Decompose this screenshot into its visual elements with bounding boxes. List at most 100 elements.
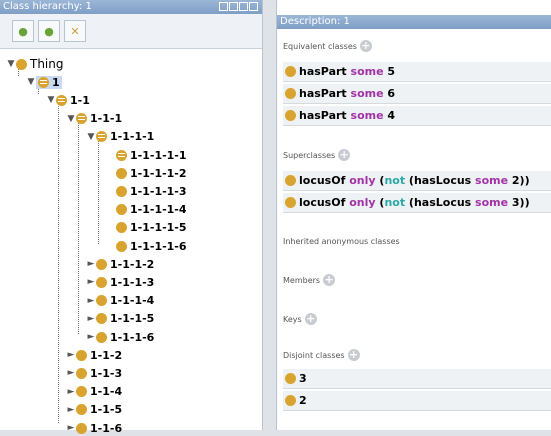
tree-node[interactable]: ► 1-1-1-4 xyxy=(86,293,155,309)
close-icon[interactable] xyxy=(249,2,258,11)
tree-node-label: 1-1-1-1-1 xyxy=(130,148,187,162)
tree-node[interactable]: ▼ 1-1 xyxy=(46,92,90,108)
expand-icon[interactable]: ► xyxy=(66,405,76,415)
hierarchy-toolbar: ● ● ✕ xyxy=(0,14,262,49)
collapse-icon[interactable]: ▼ xyxy=(46,95,56,105)
class-icon xyxy=(285,197,296,208)
tree-node-label: Thing xyxy=(30,57,64,71)
tree-node-label: 1-1-5 xyxy=(90,403,123,417)
maximize-icon[interactable] xyxy=(239,2,248,11)
tree-node-label: 1-1-1-1-5 xyxy=(130,221,187,235)
class-icon xyxy=(96,313,107,325)
add-subclass-button[interactable]: ● xyxy=(12,20,34,42)
class-icon xyxy=(76,404,87,416)
tree-node[interactable]: ► 1-1-1-2 xyxy=(86,256,155,272)
superclass-row[interactable]: locusOf only (not (hasLocus some 2)) xyxy=(283,171,551,191)
add-key-button[interactable]: + xyxy=(304,313,317,325)
expand-icon[interactable]: ► xyxy=(86,296,96,306)
only-keyword: only xyxy=(349,196,376,209)
equivalent-class-row[interactable]: hasPart some 4 xyxy=(283,106,551,126)
tree-node[interactable]: 1-1-1-1-1 xyxy=(106,147,187,163)
collapse-icon[interactable]: ▼ xyxy=(26,77,36,87)
tree-node[interactable]: ▼ Thing xyxy=(6,56,64,72)
add-disjoint-button[interactable]: + xyxy=(347,349,360,361)
superclasses-label: Superclasses xyxy=(283,150,336,160)
expand-icon[interactable]: ► xyxy=(86,332,96,342)
tree-node-label: 1-1-3 xyxy=(90,366,123,380)
filler-value: 5 xyxy=(387,65,396,78)
tree-node[interactable]: ► 1-1-4 xyxy=(66,384,123,400)
expand-icon[interactable]: ► xyxy=(66,368,76,378)
tree-node-label: 1-1-6 xyxy=(90,421,123,435)
property-name: hasPart xyxy=(299,87,347,100)
tree-node-label: 1-1-1-1-6 xyxy=(130,239,187,253)
add-sibling-button[interactable]: ● xyxy=(38,20,60,42)
tree-node[interactable]: ► 1-1-1-3 xyxy=(86,274,155,290)
disjoint-class-row[interactable]: 2 xyxy=(283,391,551,411)
collapse-icon[interactable]: ▼ xyxy=(86,132,96,142)
class-icon xyxy=(285,395,296,406)
members-label: Members xyxy=(283,275,321,285)
equivalent-class-row[interactable]: hasPart some 5 xyxy=(283,62,551,82)
tree-node[interactable]: 1-1-1-1-3 xyxy=(106,183,187,199)
class-icon xyxy=(116,185,127,197)
add-equivalent-button[interactable]: + xyxy=(359,40,372,52)
tree-node[interactable]: ▼ 1-1-1 xyxy=(66,111,123,127)
tree-node[interactable]: ► 1-1-5 xyxy=(66,402,123,418)
class-icon xyxy=(285,66,296,77)
tree-guide xyxy=(58,98,59,423)
tree-node[interactable]: 1-1-1-1-6 xyxy=(106,238,187,254)
tree-node[interactable]: ► 1-1-3 xyxy=(66,365,123,381)
tree-node[interactable]: 1-1-1-1-4 xyxy=(106,202,187,218)
tree-node-label: 1-1 xyxy=(70,93,90,107)
expand-icon[interactable]: ► xyxy=(66,423,76,433)
restore-icon[interactable] xyxy=(219,2,228,11)
tree-node[interactable]: ► 1-1-6 xyxy=(66,420,123,436)
filler-value: 3)) xyxy=(508,196,530,209)
tree-guide xyxy=(98,134,99,244)
expand-icon[interactable]: ► xyxy=(86,277,96,287)
selected-node-highlight: 1 xyxy=(36,75,62,89)
add-superclass-button[interactable]: + xyxy=(338,149,351,161)
delete-class-button[interactable]: ✕ xyxy=(64,20,86,42)
equivalent-class-row[interactable]: hasPart some 6 xyxy=(283,84,551,104)
collapse-icon[interactable]: ▼ xyxy=(6,59,16,69)
disjoint-class-row[interactable]: 3 xyxy=(283,369,551,389)
restriction-keyword: some xyxy=(350,109,384,122)
tree-node[interactable]: ▼ 1 xyxy=(26,74,62,90)
tree-node[interactable]: 1-1-1-1-5 xyxy=(106,220,187,236)
tree-node-label: 1-1-1-4 xyxy=(110,294,155,308)
tree-guide xyxy=(78,116,79,334)
tree-node-label: 1-1-2 xyxy=(90,348,123,362)
disjoint-classes-label: Disjoint classes xyxy=(283,350,345,360)
tree-node[interactable]: 1-1-1-1-2 xyxy=(106,165,187,181)
tree-node[interactable]: ▼ 1-1-1-1 xyxy=(86,129,155,145)
tree-node[interactable]: ► 1-1-1-5 xyxy=(86,311,155,327)
add-member-button[interactable]: + xyxy=(323,274,336,286)
class-icon xyxy=(285,175,296,186)
minimize-icon[interactable] xyxy=(229,2,238,11)
class-hierarchy-titlebar: Class hierarchy: 1 xyxy=(0,0,262,14)
panel-window-controls xyxy=(219,2,258,11)
class-icon xyxy=(116,167,127,179)
superclass-row[interactable]: locusOf only (not (hasLocus some 3)) xyxy=(283,193,551,213)
class-icon xyxy=(96,276,107,288)
tree-node[interactable]: ► 1-1-1-6 xyxy=(86,329,155,345)
tree-node[interactable]: ► 1-1-2 xyxy=(66,347,123,363)
expand-icon[interactable]: ► xyxy=(86,259,96,269)
expand-icon[interactable]: ► xyxy=(66,387,76,397)
delete-icon: ✕ xyxy=(70,24,80,38)
class-icon xyxy=(96,295,107,307)
class-icon xyxy=(96,258,107,270)
collapse-icon[interactable]: ▼ xyxy=(66,114,76,124)
disjoint-classes-header: Disjoint classes + xyxy=(283,349,360,361)
expand-icon[interactable]: ► xyxy=(66,350,76,360)
expand-icon[interactable]: ► xyxy=(86,314,96,324)
inherited-anonymous-label: Inherited anonymous classes xyxy=(283,237,400,246)
class-icon xyxy=(56,94,67,106)
members-header: Members + xyxy=(283,274,336,286)
filler-value: 6 xyxy=(387,87,396,100)
class-icon xyxy=(16,58,27,70)
property-name: locusOf xyxy=(299,174,346,187)
class-icon xyxy=(76,113,87,125)
